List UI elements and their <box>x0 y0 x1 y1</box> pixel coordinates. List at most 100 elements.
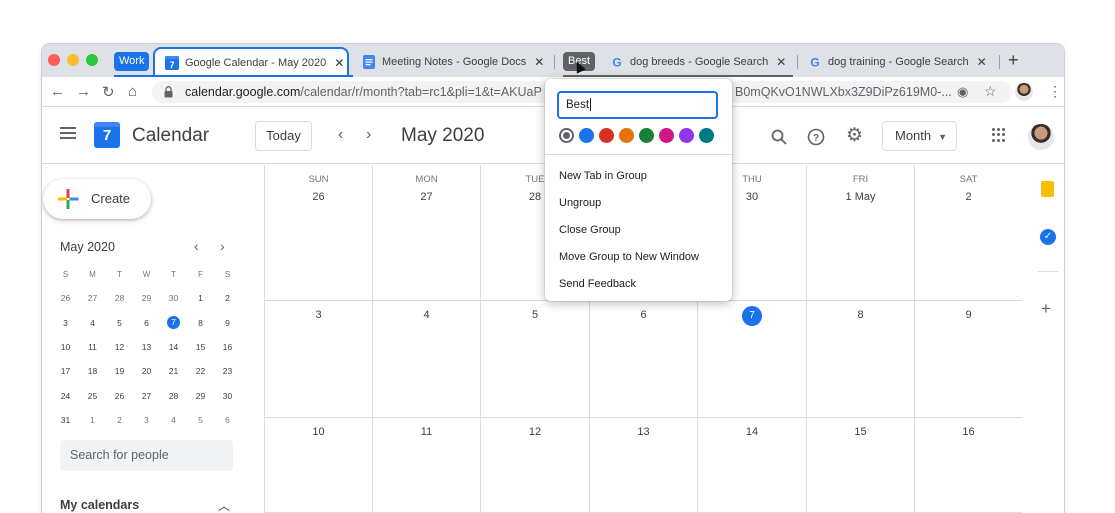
back-icon[interactable]: ← <box>50 83 65 100</box>
color-swatch[interactable] <box>599 128 614 143</box>
day-number[interactable]: 5 <box>481 309 589 321</box>
mini-next-month-icon[interactable]: › <box>220 238 225 254</box>
mini-day[interactable]: 14 <box>160 342 187 352</box>
mini-day[interactable]: 27 <box>79 293 106 303</box>
tab-meeting-notes[interactable]: Meeting Notes - Google Docs ✕ <box>352 47 552 77</box>
day-number[interactable]: 1 May <box>807 191 914 203</box>
today-button[interactable]: Today <box>255 121 312 151</box>
day-cell[interactable]: 13 <box>589 418 697 513</box>
mini-day[interactable]: 13 <box>133 342 160 352</box>
day-cell[interactable]: 8 <box>806 301 914 418</box>
menu-dots-icon[interactable]: ⋮ <box>1048 83 1062 100</box>
forward-icon[interactable]: → <box>76 83 91 100</box>
day-number[interactable]: 2 <box>915 191 1022 203</box>
close-window-icon[interactable] <box>48 54 60 66</box>
add-addon-icon[interactable]: + <box>1041 299 1051 319</box>
mini-day[interactable]: 29 <box>187 391 214 401</box>
zoom-window-icon[interactable] <box>86 54 98 66</box>
mini-day[interactable]: 27 <box>133 391 160 401</box>
mini-day[interactable]: 21 <box>160 366 187 376</box>
group-menu-item[interactable]: Move Group to New Window <box>545 244 732 271</box>
new-tab-button[interactable]: + <box>1008 50 1019 71</box>
lock-icon[interactable] <box>164 86 173 98</box>
day-cell[interactable]: SUN 26 <box>264 165 372 301</box>
apps-grid-icon[interactable] <box>992 128 1006 142</box>
day-cell[interactable]: 4 <box>372 301 480 418</box>
view-select[interactable]: Month ▼ <box>882 121 957 151</box>
search-icon[interactable] <box>771 129 787 145</box>
day-cell[interactable]: 16 <box>914 418 1022 513</box>
main-menu-icon[interactable] <box>60 127 76 139</box>
mini-day[interactable]: 3 <box>52 318 79 328</box>
mini-day[interactable]: 10 <box>52 342 79 352</box>
group-menu-item[interactable]: Ungroup <box>545 190 732 217</box>
mini-day[interactable]: 22 <box>187 366 214 376</box>
mini-day[interactable]: 19 <box>106 366 133 376</box>
close-tab-icon[interactable]: ✕ <box>977 55 987 69</box>
color-swatch[interactable] <box>659 128 674 143</box>
day-cell[interactable]: FRI 1 May <box>806 165 914 301</box>
tab-dog-training[interactable]: G dog training - Google Search ✕ <box>800 47 1000 77</box>
mini-day[interactable]: 26 <box>106 391 133 401</box>
day-cell[interactable]: 11 <box>372 418 480 513</box>
mini-day[interactable]: 31 <box>52 415 79 425</box>
mini-day[interactable]: 28 <box>160 391 187 401</box>
mini-day[interactable]: 9 <box>214 318 241 328</box>
chevron-up-icon[interactable]: ︿ <box>218 497 230 513</box>
next-month-icon[interactable]: › <box>366 126 371 144</box>
close-tab-icon[interactable]: ✕ <box>776 55 786 69</box>
search-people-input[interactable]: Search for people <box>60 440 233 471</box>
my-calendars-heading[interactable]: My calendars <box>60 498 139 512</box>
mini-day[interactable]: 5 <box>187 415 214 425</box>
day-cell[interactable]: 15 <box>806 418 914 513</box>
mini-day[interactable]: 2 <box>214 293 241 303</box>
day-cell[interactable]: 12 <box>480 418 589 513</box>
color-swatch[interactable] <box>699 128 714 143</box>
mini-day[interactable]: 2 <box>106 415 133 425</box>
gear-icon[interactable]: ⚙ <box>846 124 863 147</box>
group-menu-item[interactable]: Close Group <box>545 217 732 244</box>
reload-icon[interactable]: ↻ <box>102 83 115 101</box>
day-number[interactable]: 16 <box>915 426 1022 438</box>
mini-day[interactable]: 15 <box>187 342 214 352</box>
color-swatch[interactable] <box>619 128 634 143</box>
help-icon[interactable]: ? <box>807 128 825 146</box>
eye-icon[interactable]: ◉ <box>957 84 968 100</box>
day-cell[interactable]: 5 <box>480 301 589 418</box>
day-number[interactable]: 7 <box>698 306 806 326</box>
create-button[interactable]: Create <box>43 179 151 219</box>
mini-day[interactable]: 28 <box>106 293 133 303</box>
mini-day[interactable]: 30 <box>160 293 187 303</box>
mini-day[interactable]: 5 <box>106 318 133 328</box>
mini-day[interactable]: 6 <box>214 415 241 425</box>
mini-day[interactable]: 16 <box>214 342 241 352</box>
day-number[interactable]: 4 <box>373 309 480 321</box>
mini-day[interactable]: 26 <box>52 293 79 303</box>
mini-day[interactable]: 4 <box>160 415 187 425</box>
mini-day[interactable]: 7 <box>160 316 187 330</box>
mini-day[interactable]: 25 <box>79 391 106 401</box>
mini-day[interactable]: 17 <box>52 366 79 376</box>
tab-dog-breeds[interactable]: G dog breeds - Google Search ✕ <box>602 47 792 77</box>
day-number[interactable]: 3 <box>265 309 372 321</box>
day-cell[interactable]: SAT 2 <box>914 165 1022 301</box>
close-tab-icon[interactable]: ✕ <box>534 55 544 69</box>
mini-day[interactable]: 20 <box>133 366 160 376</box>
tasks-icon[interactable]: ✓ <box>1040 229 1056 245</box>
mini-day[interactable]: 30 <box>214 391 241 401</box>
day-number[interactable]: 13 <box>590 426 697 438</box>
day-number[interactable]: 8 <box>807 309 914 321</box>
day-number[interactable]: 9 <box>915 309 1022 321</box>
day-cell[interactable]: 7 <box>697 301 806 418</box>
day-number[interactable]: 14 <box>698 426 806 438</box>
color-swatch[interactable] <box>559 128 574 143</box>
mini-day[interactable]: 1 <box>79 415 106 425</box>
star-icon[interactable]: ☆ <box>984 83 997 100</box>
mini-day[interactable]: 29 <box>133 293 160 303</box>
day-cell[interactable]: MON 27 <box>372 165 480 301</box>
profile-avatar[interactable] <box>1015 83 1033 101</box>
mini-day[interactable]: 1 <box>187 293 214 303</box>
day-number[interactable]: 11 <box>373 426 480 438</box>
day-number[interactable]: 10 <box>265 426 372 438</box>
day-cell[interactable]: 9 <box>914 301 1022 418</box>
